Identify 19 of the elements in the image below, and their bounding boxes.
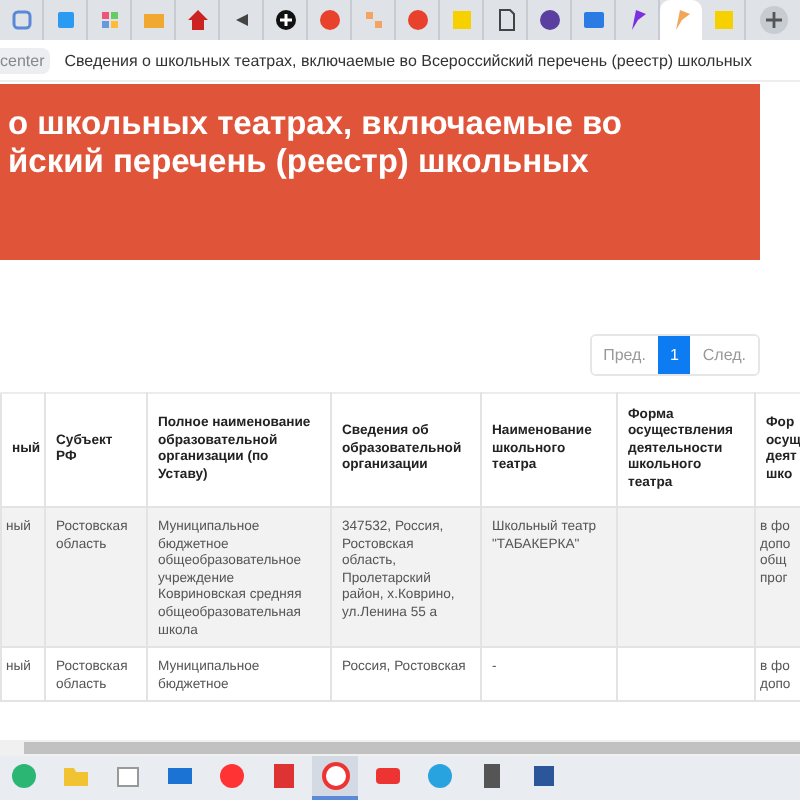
page-number-button[interactable]: 1 bbox=[657, 336, 691, 374]
circle-icon bbox=[405, 8, 429, 32]
plus-circle-icon bbox=[273, 8, 297, 32]
square-icon bbox=[449, 8, 473, 32]
page-icon bbox=[9, 8, 33, 32]
folder-icon bbox=[61, 762, 89, 790]
taskbar-button[interactable] bbox=[312, 756, 358, 800]
circle-icon bbox=[217, 762, 245, 790]
scrollbar-thumb[interactable] bbox=[24, 742, 800, 754]
square-icon bbox=[711, 8, 735, 32]
new-tab-button[interactable] bbox=[760, 6, 788, 34]
grid-icon bbox=[361, 8, 385, 32]
page-title: Сведения о школьных театрах, включаемые во Всероссийский перечень (реестр) школьных bbox=[64, 51, 753, 69]
grid-icon bbox=[97, 8, 121, 32]
circle-icon bbox=[317, 8, 341, 32]
banner-title: о школьных театрах, включаемые во йский перечень (реестр) школьных bbox=[8, 106, 625, 182]
circle-icon bbox=[537, 8, 561, 32]
circle-icon bbox=[9, 762, 37, 790]
site-badge[interactable]: center bbox=[0, 47, 51, 73]
